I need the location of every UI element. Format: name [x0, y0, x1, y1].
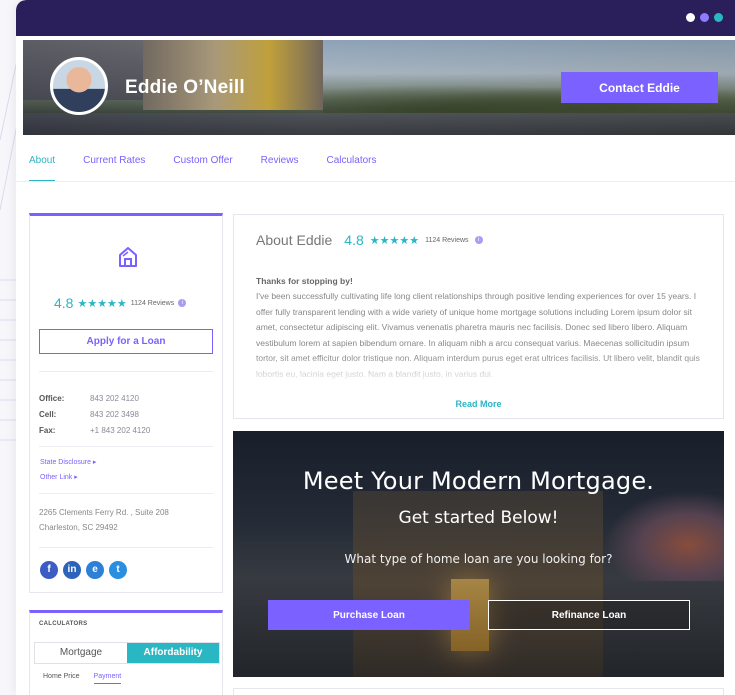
refinance-loan-button[interactable]: Refinance Loan [488, 600, 690, 630]
mortgage-headline: Meet Your Modern Mortgage. [302, 467, 655, 495]
linkedin-icon[interactable]: in [63, 561, 81, 579]
office-address: 2265 Clements Ferry Rd. , Suite 208 Char… [39, 505, 169, 535]
contact-details: Office: 843 202 4120 Cell: 843 202 3498 … [39, 390, 150, 438]
twitter-icon[interactable]: t [109, 561, 127, 579]
divider [39, 446, 213, 447]
loan-type-question: What type of home loan are you looking f… [344, 552, 613, 566]
tab-reviews[interactable]: Reviews [261, 148, 299, 182]
contact-row-office: Office: 843 202 4120 [39, 390, 150, 406]
about-header: About Eddie 4.8 ★★★★★ 1124 Reviews i [256, 232, 483, 248]
office-phone[interactable]: 843 202 4120 [90, 394, 139, 403]
window-dot-3[interactable] [714, 13, 723, 22]
star-rating-icon: ★★★★★ [369, 234, 420, 247]
address-line-1: 2265 Clements Ferry Rd. , Suite 208 [39, 508, 169, 517]
next-section-card [233, 688, 724, 695]
contact-row-cell: Cell: 843 202 3498 [39, 406, 150, 422]
window-controls [686, 13, 723, 22]
about-card: About Eddie 4.8 ★★★★★ 1124 Reviews i Tha… [233, 214, 724, 419]
review-count[interactable]: 1124 Reviews [425, 237, 468, 244]
affordability-option[interactable]: Affordability [127, 643, 219, 663]
mortgage-option[interactable]: Mortgage [35, 643, 127, 663]
fax-number: +1 843 202 4120 [90, 425, 151, 435]
tab-about[interactable]: About [29, 148, 56, 182]
profile-banner: Eddie O’Neill Contact Eddie [23, 40, 735, 135]
window-titlebar [16, 0, 735, 36]
apply-loan-button[interactable]: Apply for a Loan [39, 329, 213, 354]
review-count[interactable]: 1124 Reviews [131, 300, 174, 307]
window-dot-1[interactable] [686, 13, 695, 22]
calculators-card: CALCULATORS Mortgage Affordability Home … [29, 610, 223, 695]
other-link[interactable]: Other Link ▸ [40, 473, 78, 481]
home-icon [118, 246, 138, 273]
tab-current-rates[interactable]: Current Rates [83, 148, 145, 182]
tab-custom-offer[interactable]: Custom Offer [173, 148, 232, 182]
agent-name: Eddie O’Neill [125, 77, 245, 98]
profile-tabs: About Current Rates Custom Offer Reviews… [29, 148, 405, 182]
state-disclosure-link[interactable]: State Disclosure ▸ [40, 458, 96, 466]
avatar [50, 57, 108, 115]
divider [39, 547, 213, 548]
calculator-subtabs: Home Price Payment [43, 673, 122, 684]
contact-label: Fax: [39, 425, 56, 435]
contact-label: Cell: [39, 409, 57, 419]
mortgage-banner: Meet Your Modern Mortgage. Get started B… [233, 431, 724, 677]
about-text: I've been successfully cultivating life … [256, 291, 700, 379]
tab-calculators[interactable]: Calculators [326, 148, 376, 182]
rating-value: 4.8 [54, 295, 74, 311]
app-window: Eddie O’Neill Contact Eddie About Curren… [16, 0, 735, 695]
about-greeting: Thanks for stopping by! [256, 276, 353, 286]
info-icon[interactable]: i [178, 299, 187, 307]
agent-sidebar-card: 4.8 ★★★★★ 1124 Reviews i Apply for a Loa… [29, 213, 223, 593]
window-dot-2[interactable] [700, 13, 709, 22]
sidebar-rating: 4.8 ★★★★★ 1124 Reviews i [54, 295, 187, 311]
read-more-link[interactable]: Read More [234, 399, 723, 409]
calculator-type-toggle: Mortgage Affordability [34, 642, 220, 664]
rating-value: 4.8 [344, 232, 364, 248]
star-rating-icon: ★★★★★ [77, 297, 127, 310]
info-icon[interactable]: i [474, 236, 483, 244]
cell-phone[interactable]: 843 202 3498 [90, 410, 139, 419]
tabs-divider [16, 181, 735, 182]
calculators-title: CALCULATORS [39, 621, 88, 627]
mortgage-subheadline: Get started Below! [398, 508, 559, 528]
purchase-loan-button[interactable]: Purchase Loan [268, 600, 470, 630]
about-title: About Eddie [256, 232, 333, 248]
social-links: f in e t [40, 561, 127, 579]
subtab-home-price[interactable]: Home Price [43, 673, 80, 684]
divider [39, 493, 213, 494]
contact-row-fax: Fax: +1 843 202 4120 [39, 422, 150, 438]
divider [39, 371, 213, 372]
subtab-payment[interactable]: Payment [93, 673, 122, 684]
contact-button[interactable]: Contact Eddie [561, 72, 718, 103]
facebook-icon[interactable]: f [40, 561, 58, 579]
address-line-2: Charleston, SC 29492 [39, 523, 118, 532]
email-icon[interactable]: e [86, 561, 104, 579]
contact-label: Office: [39, 393, 65, 403]
